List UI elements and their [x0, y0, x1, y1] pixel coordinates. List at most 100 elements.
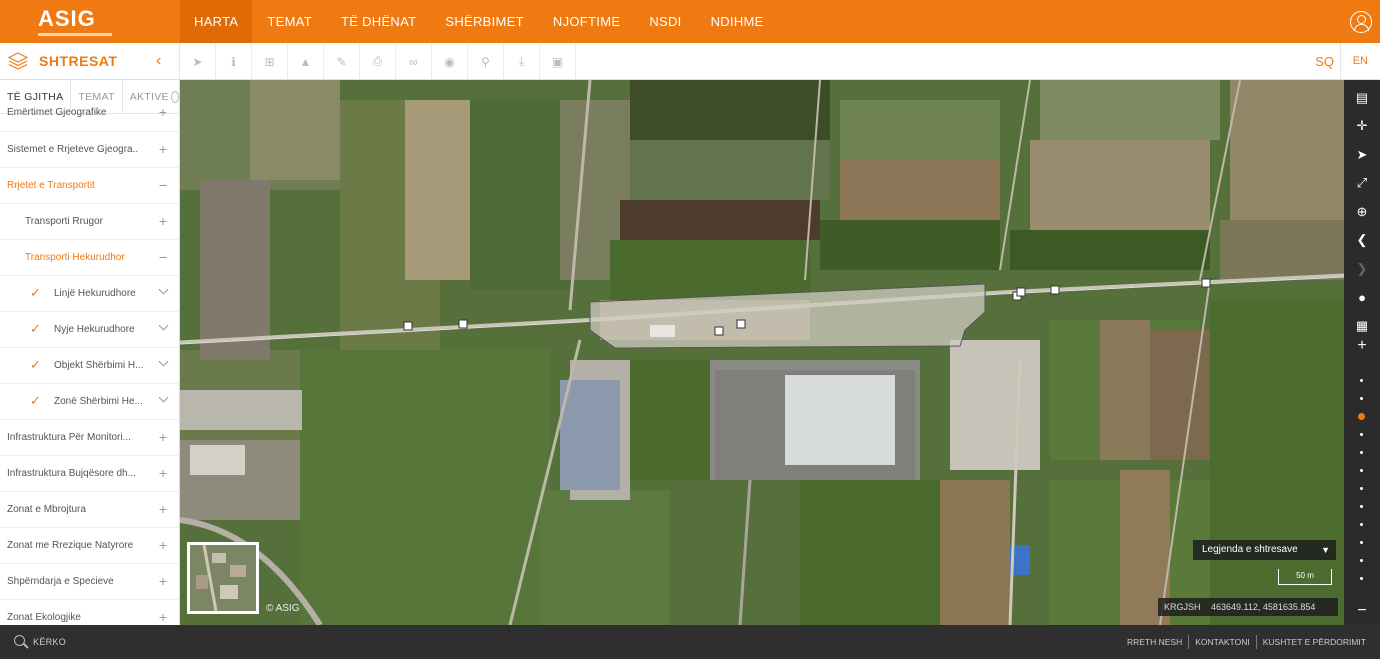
- satellite-imagery[interactable]: [180, 80, 1344, 625]
- expand-icon[interactable]: +: [159, 141, 167, 157]
- zoom-level-dot[interactable]: [1360, 559, 1363, 562]
- nav-temat[interactable]: TEMAT: [253, 0, 326, 43]
- list-item[interactable]: Zonat e Mbrojtura +: [0, 492, 179, 528]
- list-item[interactable]: Transporti Rrugor +: [0, 204, 179, 240]
- expand-icon[interactable]: ⤢: [1344, 169, 1380, 197]
- globe-icon[interactable]: ●: [1344, 284, 1380, 312]
- list-item[interactable]: Zonat me Rrezique Natyrore +: [0, 528, 179, 564]
- list-item[interactable]: Emërtimet Gjeografike +: [0, 104, 179, 132]
- expand-icon[interactable]: +: [159, 465, 167, 481]
- list-item[interactable]: Shpërndarja e Specieve +: [0, 564, 179, 600]
- chevron-down-icon[interactable]: [158, 320, 169, 331]
- collapse-icon[interactable]: −: [159, 249, 167, 265]
- expand-icon[interactable]: +: [159, 104, 167, 120]
- expand-icon[interactable]: +: [159, 609, 167, 625]
- list-item[interactable]: ✓ Linjë Hekurudhore: [0, 276, 179, 312]
- checkmark-icon[interactable]: ✓: [30, 321, 41, 337]
- logo-tagline-mark: [38, 33, 112, 36]
- expand-icon[interactable]: +: [159, 501, 167, 517]
- profile-chart-icon[interactable]: ▲: [288, 43, 324, 80]
- zoom-level-dot[interactable]: [1360, 541, 1363, 544]
- list-item[interactable]: Sistemet e Rrjeteve Gjeogra... +: [0, 132, 179, 168]
- collapse-icon[interactable]: −: [159, 177, 167, 193]
- zoom-level-dot[interactable]: [1360, 469, 1363, 472]
- list-item[interactable]: Infrastruktura Për Monitori... +: [0, 420, 179, 456]
- next-extent-icon[interactable]: ❯: [1344, 255, 1380, 283]
- download-icon[interactable]: ⤓: [504, 43, 540, 80]
- nav-njoftime[interactable]: NJOFTIME: [539, 0, 634, 43]
- locate-icon[interactable]: ◉: [432, 43, 468, 80]
- list-item[interactable]: Rrjetet e Transportit −: [0, 168, 179, 204]
- user-account-icon[interactable]: [1350, 11, 1372, 33]
- chevron-down-icon[interactable]: [158, 392, 169, 403]
- map-toolbar: SHTRESAT ‹ ➤ ℹ ⊞ ▲ ✎ ⎙ ∞ ◉ ⚲ ⤓ ▣ SQ EN: [0, 43, 1380, 80]
- footer-link-terms[interactable]: KUSHTET E PËRDORIMIT: [1255, 635, 1372, 649]
- search-label[interactable]: KËRKO: [33, 637, 66, 647]
- checkmark-icon[interactable]: ✓: [30, 393, 41, 409]
- main-nav: HARTA TEMAT TË DHËNAT SHËRBIMET NJOFTIME…: [180, 0, 779, 43]
- chevron-down-icon[interactable]: [158, 284, 169, 295]
- map-canvas[interactable]: [180, 80, 1344, 625]
- list-item[interactable]: Infrastruktura Bujqësore dh... +: [0, 456, 179, 492]
- list-item[interactable]: Transporti Hekurudhor −: [0, 240, 179, 276]
- nav-sherbimet[interactable]: SHËRBIMET: [431, 0, 538, 43]
- zoom-in-icon[interactable]: +: [1344, 332, 1380, 360]
- checkmark-icon[interactable]: ✓: [30, 357, 41, 373]
- expand-icon[interactable]: +: [159, 573, 167, 589]
- expand-icon[interactable]: +: [159, 429, 167, 445]
- layers-panel-title: SHTRESAT: [39, 53, 118, 69]
- crs-label: KRGJSH: [1164, 602, 1201, 612]
- select-tool-icon[interactable]: ➤: [180, 43, 216, 80]
- asig-logo[interactable]: ASIG: [0, 0, 180, 43]
- zoom-level-dot[interactable]: [1360, 433, 1363, 436]
- nav-nsdi[interactable]: NSDI: [635, 0, 695, 43]
- info-icon[interactable]: ℹ: [216, 43, 252, 80]
- list-item[interactable]: ✓ Objekt Shërbimi H...: [0, 348, 179, 384]
- search-tool-icon[interactable]: ⚲: [468, 43, 504, 80]
- nav-te-dhenat[interactable]: TË DHËNAT: [327, 0, 430, 43]
- footer-link-contact[interactable]: KONTAKTONI: [1188, 635, 1255, 649]
- zoom-level-current[interactable]: [1358, 413, 1365, 420]
- overview-minimap[interactable]: [187, 542, 259, 614]
- layer-label: Linjë Hekurudhore: [54, 288, 136, 299]
- footer-links: RRETH NESH KONTAKTONI KUSHTET E PËRDORIM…: [1121, 635, 1372, 649]
- layer-legend-dropdown[interactable]: Legjenda e shtresave ▼: [1193, 540, 1336, 560]
- search-icon[interactable]: [14, 635, 25, 646]
- zoom-level-dot[interactable]: [1360, 451, 1363, 454]
- print-icon[interactable]: ⎙: [360, 43, 396, 80]
- expand-icon[interactable]: +: [159, 537, 167, 553]
- language-sq[interactable]: SQ: [1315, 43, 1334, 80]
- tab-settings-icon[interactable]: [170, 91, 179, 103]
- coordinate-readout: KRGJSH 463649.112, 4581635.854: [1158, 598, 1338, 616]
- list-item[interactable]: ✓ Nyje Hekurudhore: [0, 312, 179, 348]
- previous-extent-icon[interactable]: ❮: [1344, 226, 1380, 254]
- nav-ndihme[interactable]: NDIHME: [697, 0, 778, 43]
- zoom-level-dot[interactable]: [1360, 397, 1363, 400]
- list-item[interactable]: Zonat Ekologjike +: [0, 600, 179, 625]
- link-icon[interactable]: ∞: [396, 43, 432, 80]
- image-icon[interactable]: ▣: [540, 43, 576, 80]
- chevron-down-icon[interactable]: [158, 356, 169, 367]
- nav-harta[interactable]: HARTA: [180, 0, 253, 43]
- zoom-level-dot[interactable]: [1360, 577, 1363, 580]
- language-en[interactable]: EN: [1339, 43, 1368, 80]
- zoom-level-dot[interactable]: [1360, 487, 1363, 490]
- layer-label: Zonat me Rrezique Natyrore: [7, 540, 134, 551]
- layer-label: Emërtimet Gjeografike: [7, 107, 107, 118]
- checkmark-icon[interactable]: ✓: [30, 285, 41, 301]
- geolocate-icon[interactable]: ➤: [1344, 141, 1380, 169]
- layer-label: Zonat Ekologjike: [7, 612, 81, 623]
- zoom-box-icon[interactable]: ⊕: [1344, 198, 1380, 226]
- zoom-level-dot[interactable]: [1360, 523, 1363, 526]
- edit-icon[interactable]: ✎: [324, 43, 360, 80]
- collapse-panel-icon[interactable]: ‹: [156, 52, 161, 70]
- zoom-out-icon[interactable]: −: [1344, 597, 1380, 625]
- zoom-level-dot[interactable]: [1360, 505, 1363, 508]
- footer-link-about[interactable]: RRETH NESH: [1121, 635, 1188, 649]
- list-item[interactable]: ✓ Zonë Shërbimi He...: [0, 384, 179, 420]
- basemap-icon[interactable]: ▤: [1344, 84, 1380, 112]
- fullscreen-icon[interactable]: ✛: [1344, 112, 1380, 140]
- add-icon[interactable]: ⊞: [252, 43, 288, 80]
- zoom-level-dot[interactable]: [1360, 379, 1363, 382]
- expand-icon[interactable]: +: [159, 213, 167, 229]
